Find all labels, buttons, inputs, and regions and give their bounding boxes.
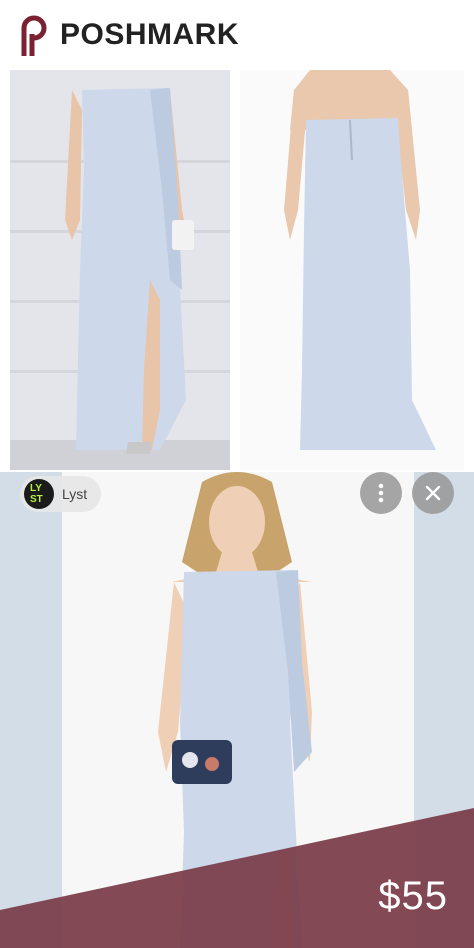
source-badge[interactable]: LY ST Lyst [20, 476, 102, 512]
more-options-button[interactable] [360, 472, 402, 514]
brand-name: POSHMARK [60, 18, 240, 51]
background-panel-left [0, 472, 62, 948]
product-photo-back[interactable] [240, 70, 464, 470]
source-name: Lyst [62, 486, 88, 502]
close-icon [425, 485, 441, 501]
close-button[interactable] [412, 472, 454, 514]
lyst-logo-icon: LY ST [24, 479, 54, 509]
app-header: POSHMARK [0, 0, 474, 70]
product-photo-main[interactable] [62, 472, 414, 948]
listing-price: $55 [378, 874, 448, 918]
product-photo-front[interactable] [10, 70, 230, 470]
poshmark-logo-icon [21, 15, 47, 56]
more-vertical-icon [378, 483, 384, 503]
